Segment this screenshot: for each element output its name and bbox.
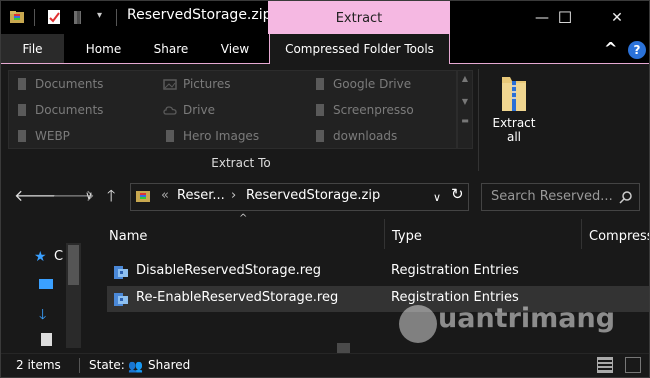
folder-icon: [316, 130, 324, 142]
extract-to-group-label: Extract To: [211, 156, 271, 170]
close-button[interactable]: ✕: [587, 1, 647, 34]
shared-users-icon: 👥: [128, 359, 143, 373]
nav-pane-scrollbar[interactable]: [66, 243, 81, 348]
extract-to-documents[interactable]: Documents: [15, 75, 103, 93]
breadcrumb-chevron-icon: ›: [231, 188, 237, 203]
document-icon: [18, 78, 26, 90]
extract-to-documents-2[interactable]: Documents: [15, 101, 103, 119]
properties-icon[interactable]: [46, 9, 62, 25]
search-box[interactable]: Search Reserved...: [481, 183, 640, 211]
group-separator: [478, 69, 479, 171]
extract-to-google-drive[interactable]: Google Drive: [313, 75, 411, 93]
context-tab-extract: Extract: [268, 1, 450, 34]
tab-file[interactable]: File: [1, 34, 64, 63]
extract-to-webp[interactable]: WEBP: [15, 127, 70, 145]
column-separator[interactable]: [384, 219, 385, 249]
gallery-item-label: Documents: [35, 77, 104, 91]
gallery-item-label: Google Drive: [333, 77, 412, 91]
file-type: Registration Entries: [391, 263, 519, 278]
state-label: State:: [89, 358, 125, 372]
details-view-icon[interactable]: [597, 357, 613, 373]
extract-all-label-2: all: [506, 130, 522, 144]
watermark-logo-icon: [399, 305, 437, 343]
registry-file-icon: [114, 266, 128, 279]
extract-to-pictures[interactable]: Pictures: [163, 75, 231, 93]
status-separator: [79, 358, 80, 373]
extract-to-screenpresso[interactable]: Screenpresso: [313, 101, 414, 119]
gallery-more-icon[interactable]: ▬: [458, 116, 472, 125]
gallery-item-label: Drive: [183, 103, 215, 117]
gallery-item-label: WEBP: [35, 129, 70, 143]
folder-icon: [18, 130, 26, 142]
item-count: 2 items: [16, 358, 61, 372]
extract-to-drive[interactable]: Drive: [163, 101, 215, 119]
column-header-compressed-size[interactable]: Compress: [589, 229, 649, 244]
help-button[interactable]: ?: [628, 41, 646, 59]
search-icon: [619, 191, 632, 204]
address-dropdown-icon[interactable]: ∨: [433, 191, 441, 204]
watermark-text: uantrimang: [438, 303, 616, 334]
gallery-item-label: Screenpresso: [333, 103, 414, 117]
separator: [116, 9, 117, 26]
zip-folder-icon[interactable]: [9, 9, 25, 25]
back-arrow-icon[interactable]: 🡐: [14, 185, 57, 205]
gallery-item-label: Hero Images: [183, 129, 260, 143]
quick-access-label[interactable]: C: [54, 249, 63, 264]
picture-icon: [163, 79, 177, 90]
registry-file-icon: [114, 293, 128, 306]
tab-share[interactable]: Share: [145, 34, 197, 63]
document-icon: [18, 104, 26, 116]
collapse-ribbon-button[interactable]: ^: [604, 39, 617, 58]
new-folder-icon[interactable]: [71, 9, 87, 25]
file-name: Re-EnableReservedStorage.reg: [136, 290, 339, 305]
gallery-item-label: Documents: [35, 103, 104, 117]
desktop-icon[interactable]: [39, 279, 53, 289]
quick-access-star-icon[interactable]: ★: [34, 249, 47, 265]
file-name: DisableReservedStorage.reg: [136, 263, 322, 278]
tab-home[interactable]: Home: [76, 34, 131, 63]
extract-to-hero-images[interactable]: Hero Images: [163, 127, 259, 145]
sort-indicator-icon: ^: [239, 213, 248, 224]
folder-icon: [166, 130, 174, 142]
cloud-icon: [163, 106, 177, 115]
up-arrow-icon[interactable]: 🡑: [107, 185, 115, 212]
refresh-icon[interactable]: ↻: [451, 185, 464, 203]
tab-compressed-folder-tools[interactable]: Compressed Folder Tools: [269, 34, 450, 64]
window-title: ReservedStorage.zip: [127, 7, 272, 23]
extract-all-label-1: Extract: [492, 116, 536, 130]
large-icons-view-icon[interactable]: [625, 357, 641, 373]
folder-icon: [316, 78, 324, 90]
gallery-down-icon[interactable]: ▼: [458, 97, 472, 106]
tab-view[interactable]: View: [211, 34, 259, 63]
file-row[interactable]: DisableReservedStorage.reg Registration …: [107, 259, 649, 285]
gallery-up-icon[interactable]: ▲: [458, 74, 472, 83]
search-input[interactable]: Search Reserved...: [491, 189, 613, 204]
customize-qat-icon[interactable]: ▾: [97, 10, 102, 21]
gallery-scrollbar[interactable]: ▲ ▼ ▬: [457, 70, 473, 149]
breadcrumb-item[interactable]: Reser...: [177, 188, 225, 203]
extract-to-downloads[interactable]: downloads: [313, 127, 397, 145]
zip-folder-icon: [136, 191, 150, 202]
downloads-icon[interactable]: 🡓: [39, 304, 46, 328]
zip-folder-icon: [502, 77, 526, 111]
explorer-window: ▾ ReservedStorage.zip Extract — ☐ ✕ File…: [0, 0, 650, 378]
documents-icon[interactable]: [41, 333, 52, 346]
recent-locations-icon[interactable]: ∨: [85, 189, 93, 202]
folder-icon: [316, 104, 324, 116]
horizontal-scroll-thumb[interactable]: [337, 343, 350, 353]
separator: [34, 9, 35, 26]
gallery-item-label: Pictures: [183, 77, 231, 91]
nav-pane-scroll-thumb[interactable]: [68, 245, 79, 285]
column-separator[interactable]: [581, 219, 582, 249]
gallery-item-label: downloads: [333, 129, 398, 143]
breadcrumb-item-current[interactable]: ReservedStorage.zip: [246, 188, 380, 203]
column-header-type[interactable]: Type: [392, 229, 422, 244]
maximize-button[interactable]: ☐: [542, 1, 588, 34]
extract-all-button[interactable]: Extract all: [487, 69, 541, 151]
state-value: Shared: [148, 358, 191, 372]
breadcrumb-overflow[interactable]: «: [161, 188, 169, 203]
column-header-name[interactable]: Name: [109, 229, 147, 244]
